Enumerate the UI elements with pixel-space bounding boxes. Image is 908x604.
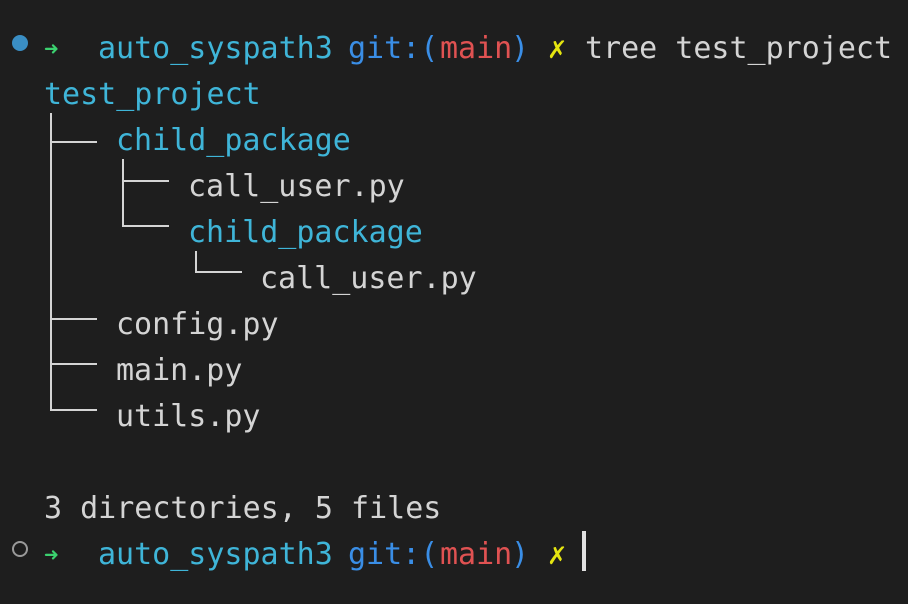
- prompt-git-prefix: git:(: [348, 537, 439, 572]
- prompt-git-branch: main: [440, 31, 513, 66]
- tree-entry-file: utils.py: [116, 399, 261, 434]
- terminal-window[interactable]: ➜ auto_syspath3 git:( main ) ✗ tree test…: [0, 0, 908, 604]
- tree-summary: 3 directories, 5 files: [44, 491, 442, 526]
- tree-entry-row: utils.py: [0, 394, 261, 440]
- tree-entry-file: main.py: [116, 353, 243, 388]
- prompt-arrow-icon: ➜: [44, 541, 59, 569]
- prompt-git-suffix: ): [511, 537, 530, 572]
- prompt-dirty-icon: ✗: [548, 31, 567, 66]
- tree-entry-file: call_user.py: [188, 169, 405, 204]
- tree-entry-directory: child_package: [116, 123, 351, 158]
- tree-branch-line: [122, 180, 169, 182]
- prompt-cwd: auto_syspath3: [98, 31, 333, 66]
- tree-entry-file: config.py: [116, 307, 279, 342]
- tree-entry-row: child_package: [0, 210, 423, 256]
- tree-summary-row: 3 directories, 5 files: [0, 486, 441, 532]
- tree-entry-row: config.py: [0, 302, 279, 348]
- prompt-arrow-icon: ➜: [44, 35, 59, 63]
- tree-trunk-line: [122, 159, 124, 226]
- tree-root-row: test_project: [0, 72, 261, 118]
- tree-entry-row: call_user.py: [0, 256, 477, 302]
- tree-entry-row: child_package: [0, 118, 351, 164]
- prompt-git-prefix: git:(: [348, 31, 439, 66]
- tree-root-name: test_project: [44, 77, 261, 112]
- tree-branch-line: [195, 271, 242, 273]
- prompt-git-suffix: ): [511, 31, 530, 66]
- tree-entry-row: main.py: [0, 348, 242, 394]
- command-text: tree test_project: [585, 31, 893, 66]
- tree-entry-file: call_user.py: [260, 261, 477, 296]
- tree-branch-line: [122, 225, 169, 227]
- prompt-line: ➜ auto_syspath3 git:( main ) ✗ tree test…: [0, 26, 892, 72]
- prompt-line: ➜ auto_syspath3 git:( main ) ✗: [0, 532, 566, 578]
- prompt-git-branch: main: [440, 537, 513, 572]
- text-cursor[interactable]: [582, 531, 586, 571]
- tree-entry-directory: child_package: [188, 215, 423, 250]
- prompt-cwd: auto_syspath3: [98, 537, 333, 572]
- prompt-dirty-icon: ✗: [548, 537, 567, 572]
- tree-entry-row: call_user.py: [0, 164, 405, 210]
